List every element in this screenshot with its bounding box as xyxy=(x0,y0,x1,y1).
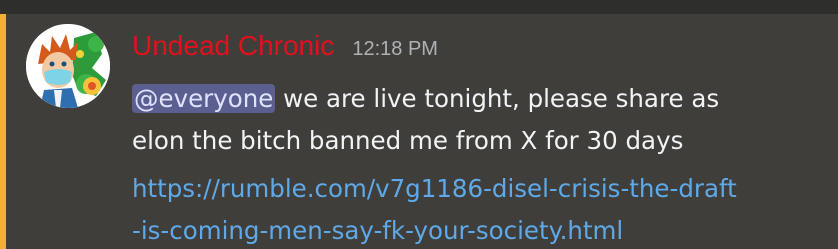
timestamp[interactable]: 12:18 PM xyxy=(352,38,438,61)
message-header: Undead Chronic 12:18 PM xyxy=(132,30,438,68)
message-text-line: @everyone we are live tonight, please sh… xyxy=(132,78,822,120)
username[interactable]: Undead Chronic xyxy=(132,30,334,62)
previous-message-edge xyxy=(0,0,838,14)
message-content: @everyone we are live tonight, please sh… xyxy=(132,78,822,249)
chat-message[interactable]: Undead Chronic 12:18 PM @everyone we are… xyxy=(6,14,838,249)
cartoon-character-avatar-icon xyxy=(26,24,110,108)
everyone-mention[interactable]: @everyone xyxy=(132,84,276,113)
message-text: we are live tonight, please share as xyxy=(275,84,720,113)
message-text-line: elon the bitch banned me from X for 30 d… xyxy=(132,126,684,155)
chat-window: Undead Chronic 12:18 PM @everyone we are… xyxy=(0,0,838,249)
rumble-link[interactable]: https://rumble.com/v7g1186-disel-crisis-… xyxy=(132,168,822,210)
avatar[interactable] xyxy=(26,24,110,108)
rumble-link-continued[interactable]: -is-coming-men-say-fk-your-society.html xyxy=(132,210,822,249)
